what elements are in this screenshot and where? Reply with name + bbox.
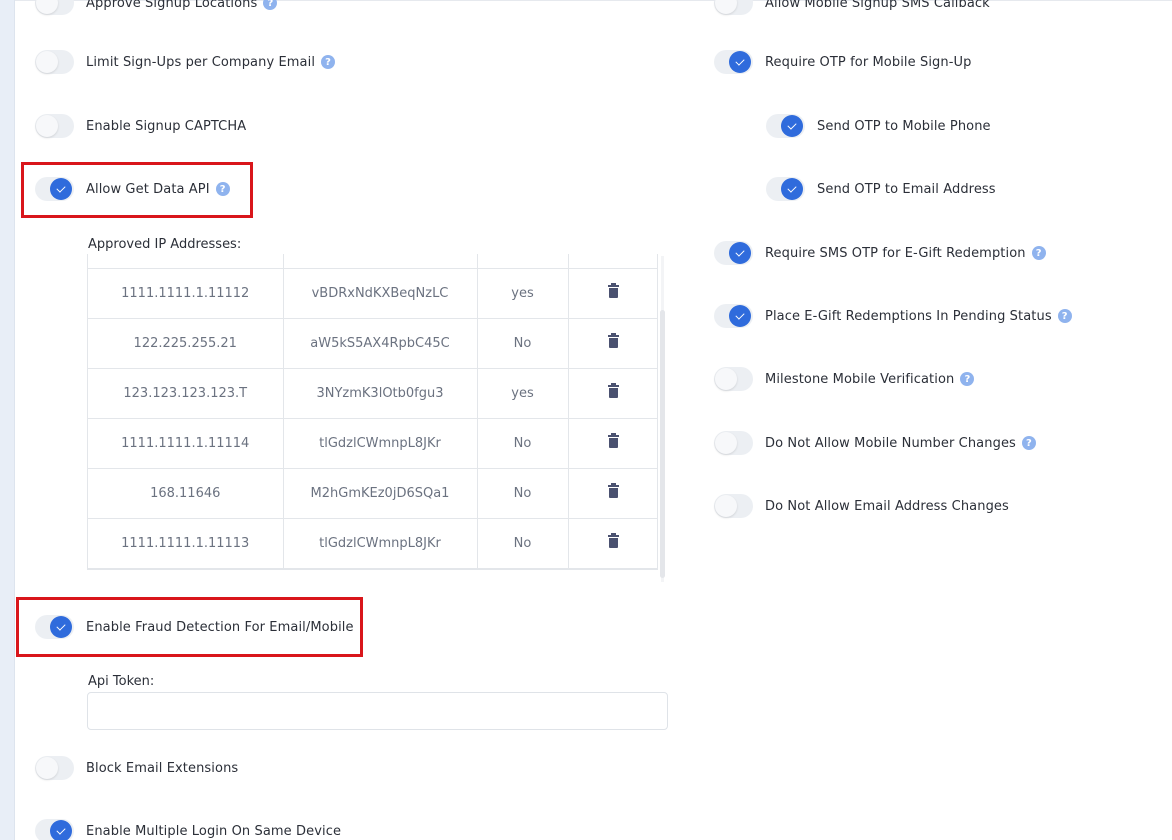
ip-cell: 122.225.255.21 [88,318,284,369]
place-egift-pending-label: Place E-Gift Redemptions In Pending Stat… [765,308,1052,324]
trash-icon[interactable] [608,532,620,548]
milestone-mobile-toggle[interactable] [714,367,753,391]
trash-icon[interactable] [608,382,620,398]
table-row: 168.11646 M2hGmKEz0jD6SQa1 No [88,468,657,519]
limit-signups-toggle[interactable] [35,50,74,74]
setting-fraud-detection: Enable Fraud Detection For Email/Mobile [35,613,354,641]
setting-no-mobile-changes: Do Not Allow Mobile Number Changes ? [714,429,1036,457]
send-otp-phone-label: Send OTP to Mobile Phone [817,118,991,134]
setting-multiple-login: Enable Multiple Login On Same Device [35,817,341,840]
approve-signup-locations-toggle[interactable] [35,0,74,15]
no-email-changes-toggle[interactable] [714,494,753,518]
multiple-login-label: Enable Multiple Login On Same Device [86,823,342,839]
scrollbar-thumb[interactable] [660,310,665,578]
fraud-detection-toggle[interactable] [35,615,74,639]
mobile-sms-callback-label: Allow Mobile Signup SMS Callback [765,0,990,11]
milestone-mobile-label: Milestone Mobile Verification [765,371,955,387]
block-email-extensions-toggle[interactable] [35,756,74,780]
trash-icon[interactable] [608,432,620,448]
no-mobile-changes-label: Do Not Allow Mobile Number Changes [765,435,1016,451]
flag-cell: No [477,518,569,569]
help-icon[interactable]: ? [215,182,230,196]
help-icon[interactable]: ? [1057,309,1072,323]
send-otp-phone-toggle[interactable] [766,114,805,138]
require-sms-otp-egift-label: Require SMS OTP for E-Gift Redemption [765,245,1026,261]
no-email-changes-label: Do Not Allow Email Address Changes [765,498,1009,514]
require-otp-mobile-label: Require OTP for Mobile Sign-Up [765,54,972,70]
send-otp-email-toggle[interactable] [766,177,805,201]
trash-icon[interactable] [608,282,620,298]
setting-send-otp-phone: Send OTP to Mobile Phone [766,112,991,140]
flag-cell: No [477,318,569,369]
setting-require-otp-mobile: Require OTP for Mobile Sign-Up [714,48,971,76]
setting-block-email-extensions: Block Email Extensions [35,754,238,782]
approved-ips-table: 1111.1111.1.11112 vBDRxNdKXBeqNzLC yes 1… [87,254,658,570]
table-row: 122.225.255.21 aW5kS5AX4RpbC45C No [88,318,657,369]
mobile-sms-callback-toggle[interactable] [714,0,753,15]
setting-place-egift-pending: Place E-Gift Redemptions In Pending Stat… [714,302,1072,330]
ip-cell: 1111.1111.1.11113 [88,518,284,569]
key-cell: 3NYzmK3lOtb0fgu3 [283,368,478,419]
help-icon[interactable]: ? [321,55,336,69]
send-otp-email-label: Send OTP to Email Address [817,181,996,197]
setting-mobile-sms-callback: Allow Mobile Signup SMS Callback [714,0,990,17]
allow-get-data-api-label: Allow Get Data API [86,181,210,197]
flag-cell: No [477,468,569,519]
key-cell: vBDRxNdKXBeqNzLC [283,268,478,319]
signup-captcha-label: Enable Signup CAPTCHA [86,118,247,134]
ip-cell: 1111.1111.1.11114 [88,418,284,469]
key-cell: aW5kS5AX4RpbC45C [283,318,478,369]
table-row: 1111.1111.1.11113 tlGdzlCWmnpL8JKr No [88,518,657,569]
table-row: 123.123.123.123.T 3NYzmK3lOtb0fgu3 yes [88,368,657,419]
setting-send-otp-email: Send OTP to Email Address [766,175,996,203]
flag-cell: No [477,418,569,469]
approve-signup-locations-label: Approve Signup Locations [86,0,258,11]
key-cell: tlGdzlCWmnpL8JKr [283,418,478,469]
help-icon[interactable]: ? [1031,246,1046,260]
ip-cell: 168.11646 [88,468,284,519]
ip-cell: 1111.1111.1.11112 [88,268,284,319]
help-icon[interactable]: ? [263,0,278,10]
signup-captcha-toggle[interactable] [35,114,74,138]
no-mobile-changes-toggle[interactable] [714,431,753,455]
help-icon[interactable]: ? [1021,436,1036,450]
multiple-login-toggle[interactable] [35,819,74,840]
setting-signup-captcha: Enable Signup CAPTCHA [35,112,246,140]
require-sms-otp-egift-toggle[interactable] [714,241,753,265]
setting-require-sms-otp-egift: Require SMS OTP for E-Gift Redemption ? [714,239,1046,267]
flag-cell: yes [477,268,569,319]
setting-no-email-changes: Do Not Allow Email Address Changes [714,492,1009,520]
approved-ips-label: Approved IP Addresses: [88,237,242,252]
fraud-detection-label: Enable Fraud Detection For Email/Mobile [86,619,354,635]
setting-limit-signups: Limit Sign-Ups per Company Email ? [35,48,336,76]
setting-approve-signup-locations: Approve Signup Locations ? [35,0,278,17]
table-scrollbar[interactable] [660,256,665,582]
trash-icon[interactable] [608,332,620,348]
setting-milestone-mobile: Milestone Mobile Verification ? [714,365,975,393]
flag-cell: yes [477,368,569,419]
ip-cell: 123.123.123.123.T [88,368,284,419]
api-token-input[interactable] [87,692,668,730]
left-rail [0,0,15,840]
setting-allow-get-data-api: Allow Get Data API ? [35,175,230,203]
table-row: 1111.1111.1.11114 tlGdzlCWmnpL8JKr No [88,418,657,469]
block-email-extensions-label: Block Email Extensions [86,760,239,776]
api-token-label: Api Token: [88,674,155,689]
table-row [88,254,657,269]
key-cell: M2hGmKEz0jD6SQa1 [283,468,478,519]
table-row: 1111.1111.1.11112 vBDRxNdKXBeqNzLC yes [88,268,657,319]
allow-get-data-api-toggle[interactable] [35,177,74,201]
key-cell: tlGdzlCWmnpL8JKr [283,518,478,569]
limit-signups-label: Limit Sign-Ups per Company Email [86,54,316,70]
require-otp-mobile-toggle[interactable] [714,50,753,74]
trash-icon[interactable] [608,482,620,498]
place-egift-pending-toggle[interactable] [714,304,753,328]
help-icon[interactable]: ? [960,372,975,386]
